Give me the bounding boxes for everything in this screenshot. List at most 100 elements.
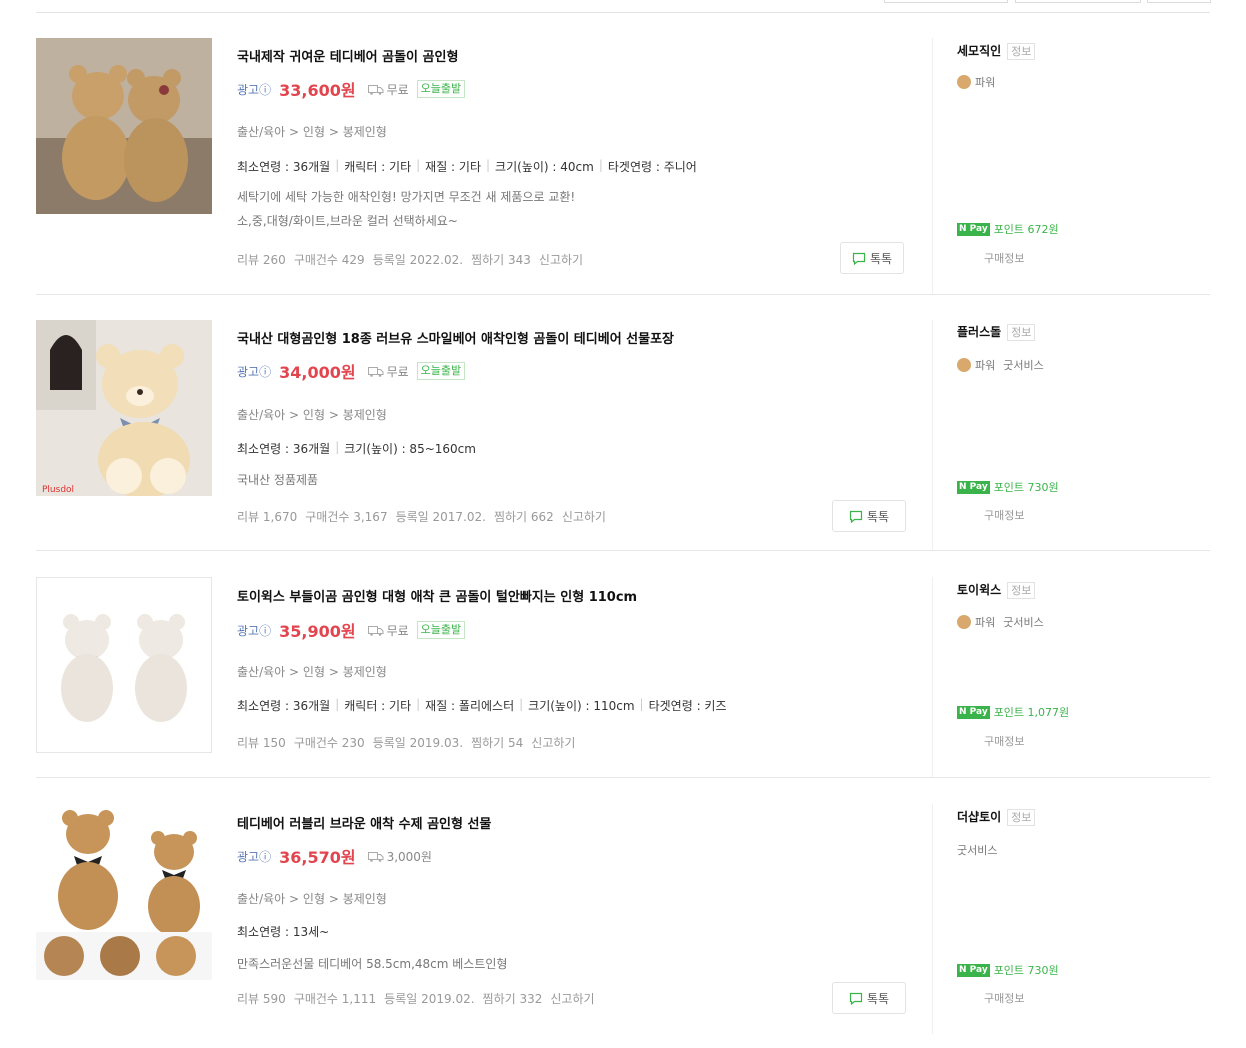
category-level3[interactable]: 봉제인형: [343, 665, 387, 679]
review-count[interactable]: 리뷰 150: [237, 734, 286, 751]
point-text: 포인트 730원: [993, 964, 1059, 977]
price[interactable]: 34,000원: [279, 359, 355, 383]
product-attributes: 최소연령 : 36개월 | 캐릭터 : 기타 | 재질 : 기타 | 크기(높이) :…: [237, 158, 697, 174]
top-divider: [36, 12, 1210, 13]
teddy-bear-image: Plusdol: [36, 320, 212, 496]
review-count[interactable]: 리뷰 1,670: [237, 508, 297, 525]
product-thumbnail[interactable]: [36, 804, 212, 980]
npay-point: N Pay 포인트 730원: [957, 479, 1059, 495]
product-thumbnail[interactable]: [36, 577, 212, 753]
product-thumbnail[interactable]: [36, 38, 212, 214]
truck-icon: [367, 625, 384, 636]
shipping: 무료: [367, 363, 409, 380]
category-level2[interactable]: 인형: [303, 408, 325, 422]
shipping-fee: 무료: [386, 364, 409, 379]
shipping-fee: 무료: [386, 82, 409, 97]
category-level3[interactable]: 봉제인형: [343, 125, 387, 139]
ad-label[interactable]: 광고ⓘ: [237, 363, 271, 380]
price[interactable]: 33,600원: [279, 77, 355, 101]
category-breadcrumb: 출산/육아 > 인형 > 봉제인형: [237, 408, 387, 422]
purchase-info-link[interactable]: 구매정보: [984, 733, 1024, 749]
today-shipping-badge: 오늘출발: [416, 621, 466, 639]
shipping: 무료: [367, 81, 409, 98]
talk-button[interactable]: 톡톡: [832, 500, 906, 532]
report-button[interactable]: 신고하기: [562, 508, 606, 525]
review-count[interactable]: 리뷰 590: [237, 990, 286, 1007]
product-divider: [36, 294, 1210, 295]
teddy-bear-image: [37, 578, 211, 752]
seller-grade: 파워: [957, 74, 995, 90]
price[interactable]: 36,570원: [279, 844, 355, 868]
report-button[interactable]: 신고하기: [539, 251, 583, 268]
product-title[interactable]: 국내제작 귀여운 테디베어 곰돌이 곰인형: [237, 46, 458, 65]
sort-dropdown[interactable]: [884, 0, 1008, 3]
mall-name-text: 세모직인: [957, 44, 1002, 58]
product-title[interactable]: 국내산 대형곰인형 18종 러브유 스마일베어 애착인형 곰돌이 테디베어 선물…: [237, 328, 674, 347]
mall-info-button[interactable]: 정보: [1007, 582, 1036, 599]
view-count-dropdown[interactable]: [1015, 0, 1141, 3]
talk-label: 톡톡: [869, 251, 893, 266]
ad-label[interactable]: 광고ⓘ: [237, 81, 271, 98]
medal-icon: [957, 615, 971, 629]
mall-name[interactable]: 토이윅스 정보: [957, 581, 1036, 599]
attr-item: 크기(높이) : 110cm: [528, 699, 635, 713]
attr-item: 재질 : 기타: [425, 160, 481, 174]
mall-info-button[interactable]: 정보: [1007, 43, 1036, 60]
wish-button[interactable]: 찜하기 332: [483, 990, 543, 1007]
mall-info-button[interactable]: 정보: [1007, 809, 1036, 826]
category-level3[interactable]: 봉제인형: [343, 408, 387, 422]
wish-button[interactable]: 찜하기 343: [471, 251, 531, 268]
talk-button[interactable]: 톡톡: [840, 242, 904, 274]
npay-icon: N Pay: [957, 480, 990, 494]
product-attributes: 최소연령 : 13세~: [237, 923, 329, 940]
product-divider: [36, 550, 1210, 551]
price[interactable]: 35,900원: [279, 618, 355, 642]
today-shipping-badge: 오늘출발: [416, 80, 466, 98]
report-button[interactable]: 신고하기: [531, 734, 575, 751]
seller-column-divider: [932, 577, 933, 777]
mall-info-button[interactable]: 정보: [1007, 324, 1036, 341]
mall-name[interactable]: 더샵토이 정보: [957, 808, 1036, 826]
talk-label: 톡톡: [866, 509, 890, 524]
purchase-count: 구매건수 429: [293, 253, 365, 267]
attr-item: 최소연령 : 36개월: [237, 160, 331, 174]
wish-button[interactable]: 찜하기 662: [494, 508, 554, 525]
price-row: 광고ⓘ 36,570원 3,000원: [237, 845, 440, 867]
register-date: 등록일 2019.03.: [372, 736, 464, 750]
category-level1[interactable]: 출산/육아: [237, 408, 285, 422]
seller-grade: 파워 굿서비스: [957, 357, 1044, 373]
product-title[interactable]: 테디베어 러블리 브라운 애착 수제 곰인형 선물: [237, 813, 491, 832]
npay-icon: N Pay: [957, 963, 990, 977]
category-level3[interactable]: 봉제인형: [343, 892, 387, 906]
talk-button[interactable]: 톡톡: [832, 982, 906, 1014]
point-text: 포인트 730원: [993, 481, 1059, 494]
point-text: 포인트 1,077원: [993, 706, 1070, 719]
purchase-info-link[interactable]: 구매정보: [984, 990, 1024, 1006]
product-thumbnail[interactable]: Plusdol: [36, 320, 212, 496]
mall-name[interactable]: 플러스돌 정보: [957, 323, 1036, 341]
mall-name[interactable]: 세모직인 정보: [957, 42, 1036, 60]
product-title[interactable]: 토이윅스 부들이곰 곰인형 대형 애착 큰 곰돌이 털안빠지는 인형 110cm: [237, 586, 637, 605]
category-level1[interactable]: 출산/육아: [237, 892, 285, 906]
category-level1[interactable]: 출산/육아: [237, 665, 285, 679]
ad-label[interactable]: 광고ⓘ: [237, 848, 271, 865]
report-button[interactable]: 신고하기: [550, 990, 594, 1007]
review-count[interactable]: 리뷰 260: [237, 251, 286, 268]
ad-label[interactable]: 광고ⓘ: [237, 622, 271, 639]
purchase-info-link[interactable]: 구매정보: [984, 250, 1024, 266]
category-level1[interactable]: 출산/육아: [237, 125, 285, 139]
price-row: 광고ⓘ 35,900원 무료 오늘출발: [237, 618, 466, 642]
attr-item: 최소연령 : 13세~: [237, 925, 330, 939]
shipping-fee: 3,000원: [386, 849, 432, 864]
view-type-button[interactable]: [1147, 0, 1211, 3]
npay-point: N Pay 포인트 730원: [957, 962, 1059, 978]
purchase-info-link[interactable]: 구매정보: [984, 507, 1024, 523]
category-level2[interactable]: 인형: [303, 125, 325, 139]
attr-item: 크기(높이) : 40cm: [495, 160, 594, 174]
category-level2[interactable]: 인형: [303, 892, 325, 906]
category-level2[interactable]: 인형: [303, 665, 325, 679]
attr-item: 최소연령 : 36개월: [237, 442, 331, 456]
product-item: 테디베어 러블리 브라운 애착 수제 곰인형 선물 광고ⓘ 36,570원 3,…: [36, 804, 1210, 1034]
wish-button[interactable]: 찜하기 54: [471, 734, 523, 751]
truck-icon: [367, 851, 384, 862]
